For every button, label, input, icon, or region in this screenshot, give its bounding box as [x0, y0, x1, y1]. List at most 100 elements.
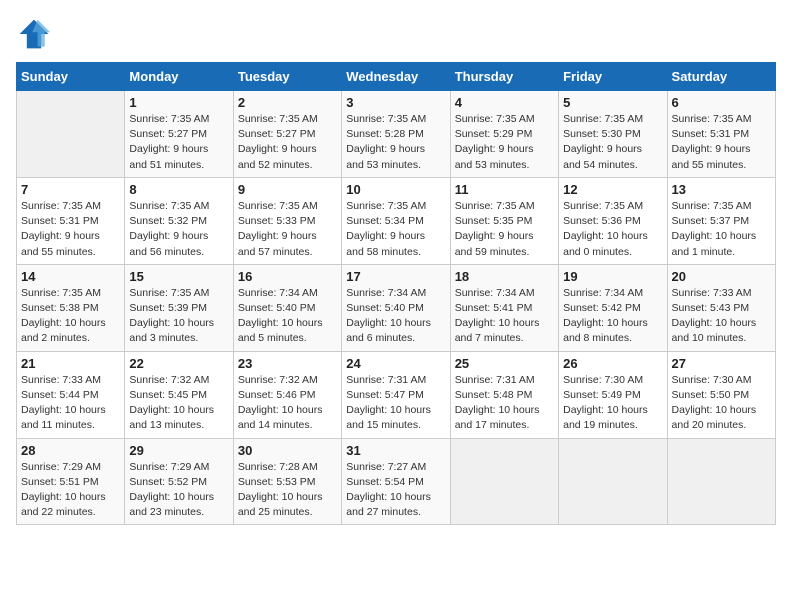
- day-number: 31: [346, 443, 445, 458]
- day-info: Sunrise: 7:35 AM Sunset: 5:34 PM Dayligh…: [346, 199, 445, 260]
- day-info: Sunrise: 7:35 AM Sunset: 5:36 PM Dayligh…: [563, 199, 662, 260]
- day-number: 3: [346, 95, 445, 110]
- calendar-cell: 10 Sunrise: 7:35 AM Sunset: 5:34 PM Dayli…: [342, 177, 450, 264]
- day-info: Sunrise: 7:29 AM Sunset: 5:52 PM Dayligh…: [129, 460, 228, 521]
- day-info: Sunrise: 7:35 AM Sunset: 5:38 PM Dayligh…: [21, 286, 120, 347]
- week-row-1: 7 Sunrise: 7:35 AM Sunset: 5:31 PM Daylig…: [17, 177, 776, 264]
- day-info: Sunrise: 7:35 AM Sunset: 5:28 PM Dayligh…: [346, 112, 445, 173]
- day-number: 6: [672, 95, 771, 110]
- day-info: Sunrise: 7:32 AM Sunset: 5:46 PM Dayligh…: [238, 373, 337, 434]
- calendar-cell: 9 Sunrise: 7:35 AM Sunset: 5:33 PM Daylig…: [233, 177, 341, 264]
- day-info: Sunrise: 7:30 AM Sunset: 5:50 PM Dayligh…: [672, 373, 771, 434]
- calendar-cell: [559, 438, 667, 525]
- calendar-cell: 15 Sunrise: 7:35 AM Sunset: 5:39 PM Dayli…: [125, 264, 233, 351]
- day-header-saturday: Saturday: [667, 63, 775, 91]
- day-info: Sunrise: 7:30 AM Sunset: 5:49 PM Dayligh…: [563, 373, 662, 434]
- calendar-cell: [450, 438, 558, 525]
- day-number: 22: [129, 356, 228, 371]
- day-info: Sunrise: 7:29 AM Sunset: 5:51 PM Dayligh…: [21, 460, 120, 521]
- day-info: Sunrise: 7:31 AM Sunset: 5:47 PM Dayligh…: [346, 373, 445, 434]
- day-info: Sunrise: 7:32 AM Sunset: 5:45 PM Dayligh…: [129, 373, 228, 434]
- day-number: 10: [346, 182, 445, 197]
- day-header-wednesday: Wednesday: [342, 63, 450, 91]
- calendar-cell: 11 Sunrise: 7:35 AM Sunset: 5:35 PM Dayli…: [450, 177, 558, 264]
- day-number: 29: [129, 443, 228, 458]
- calendar-cell: 1 Sunrise: 7:35 AM Sunset: 5:27 PM Daylig…: [125, 91, 233, 178]
- day-number: 18: [455, 269, 554, 284]
- day-info: Sunrise: 7:35 AM Sunset: 5:32 PM Dayligh…: [129, 199, 228, 260]
- logo-icon: [16, 16, 52, 52]
- day-number: 19: [563, 269, 662, 284]
- day-number: 21: [21, 356, 120, 371]
- calendar-cell: 20 Sunrise: 7:33 AM Sunset: 5:43 PM Dayli…: [667, 264, 775, 351]
- day-header-monday: Monday: [125, 63, 233, 91]
- calendar-cell: 18Sunrise: 7:34 AM Sunset: 5:41 PM Dayli…: [450, 264, 558, 351]
- week-row-2: 14 Sunrise: 7:35 AM Sunset: 5:38 PM Dayli…: [17, 264, 776, 351]
- day-number: 8: [129, 182, 228, 197]
- calendar-cell: 16 Sunrise: 7:34 AM Sunset: 5:40 PM Dayli…: [233, 264, 341, 351]
- day-number: 25: [455, 356, 554, 371]
- page-header: [16, 16, 776, 52]
- calendar-cell: 3 Sunrise: 7:35 AM Sunset: 5:28 PM Daylig…: [342, 91, 450, 178]
- day-header-sunday: Sunday: [17, 63, 125, 91]
- calendar-cell: 24 Sunrise: 7:31 AM Sunset: 5:47 PM Dayli…: [342, 351, 450, 438]
- day-number: 24: [346, 356, 445, 371]
- calendar-cell: 19 Sunrise: 7:34 AM Sunset: 5:42 PM Dayli…: [559, 264, 667, 351]
- calendar-cell: 13 Sunrise: 7:35 AM Sunset: 5:37 PM Dayli…: [667, 177, 775, 264]
- calendar-cell: 26 Sunrise: 7:30 AM Sunset: 5:49 PM Dayli…: [559, 351, 667, 438]
- day-number: 12: [563, 182, 662, 197]
- day-number: 15: [129, 269, 228, 284]
- day-number: 1: [129, 95, 228, 110]
- day-number: 16: [238, 269, 337, 284]
- calendar-cell: 31 Sunrise: 7:27 AM Sunset: 5:54 PM Dayli…: [342, 438, 450, 525]
- day-number: 20: [672, 269, 771, 284]
- calendar-cell: 2Sunrise: 7:35 AM Sunset: 5:27 PM Daylig…: [233, 91, 341, 178]
- day-header-tuesday: Tuesday: [233, 63, 341, 91]
- day-number: 7: [21, 182, 120, 197]
- day-number: 5: [563, 95, 662, 110]
- day-info: Sunrise: 7:35 AM Sunset: 5:37 PM Dayligh…: [672, 199, 771, 260]
- day-info: Sunrise: 7:34 AM Sunset: 5:42 PM Dayligh…: [563, 286, 662, 347]
- day-number: 17: [346, 269, 445, 284]
- day-number: 27: [672, 356, 771, 371]
- calendar-cell: 28 Sunrise: 7:29 AM Sunset: 5:51 PM Dayli…: [17, 438, 125, 525]
- day-info: Sunrise: 7:27 AM Sunset: 5:54 PM Dayligh…: [346, 460, 445, 521]
- day-info: Sunrise: 7:35 AM Sunset: 5:33 PM Dayligh…: [238, 199, 337, 260]
- day-info: Sunrise: 7:33 AM Sunset: 5:43 PM Dayligh…: [672, 286, 771, 347]
- week-row-3: 21 Sunrise: 7:33 AM Sunset: 5:44 PM Dayli…: [17, 351, 776, 438]
- day-info: Sunrise: 7:35 AM Sunset: 5:29 PM Dayligh…: [455, 112, 554, 173]
- calendar-cell: 22 Sunrise: 7:32 AM Sunset: 5:45 PM Dayli…: [125, 351, 233, 438]
- calendar-cell: 14 Sunrise: 7:35 AM Sunset: 5:38 PM Dayli…: [17, 264, 125, 351]
- day-number: 4: [455, 95, 554, 110]
- calendar-cell: 8 Sunrise: 7:35 AM Sunset: 5:32 PM Daylig…: [125, 177, 233, 264]
- calendar-cell: 29 Sunrise: 7:29 AM Sunset: 5:52 PM Dayli…: [125, 438, 233, 525]
- day-info: Sunrise: 7:35 AM Sunset: 5:31 PM Dayligh…: [21, 199, 120, 260]
- day-number: 30: [238, 443, 337, 458]
- day-number: 13: [672, 182, 771, 197]
- calendar-cell: 12 Sunrise: 7:35 AM Sunset: 5:36 PM Dayli…: [559, 177, 667, 264]
- calendar-cell: 17Sunrise: 7:34 AM Sunset: 5:40 PM Dayli…: [342, 264, 450, 351]
- calendar-cell: 25 Sunrise: 7:31 AM Sunset: 5:48 PM Dayli…: [450, 351, 558, 438]
- day-info: Sunrise: 7:28 AM Sunset: 5:53 PM Dayligh…: [238, 460, 337, 521]
- day-info: Sunrise: 7:33 AM Sunset: 5:44 PM Dayligh…: [21, 373, 120, 434]
- calendar-cell: 27 Sunrise: 7:30 AM Sunset: 5:50 PM Dayli…: [667, 351, 775, 438]
- day-number: 9: [238, 182, 337, 197]
- calendar-cell: 4 Sunrise: 7:35 AM Sunset: 5:29 PM Daylig…: [450, 91, 558, 178]
- day-info: Sunrise: 7:35 AM Sunset: 5:27 PM Dayligh…: [129, 112, 228, 173]
- day-info: Sunrise: 7:34 AM Sunset: 5:40 PM Dayligh…: [238, 286, 337, 347]
- day-info: Sunrise: 7:35 AM Sunset: 5:30 PM Dayligh…: [563, 112, 662, 173]
- day-number: 28: [21, 443, 120, 458]
- day-info: Sunrise: 7:31 AM Sunset: 5:48 PM Dayligh…: [455, 373, 554, 434]
- day-info: Sunrise: 7:35 AM Sunset: 5:39 PM Dayligh…: [129, 286, 228, 347]
- day-number: 26: [563, 356, 662, 371]
- calendar-cell: [17, 91, 125, 178]
- day-number: 11: [455, 182, 554, 197]
- day-number: 14: [21, 269, 120, 284]
- calendar-cell: 5 Sunrise: 7:35 AM Sunset: 5:30 PM Daylig…: [559, 91, 667, 178]
- week-row-0: 1 Sunrise: 7:35 AM Sunset: 5:27 PM Daylig…: [17, 91, 776, 178]
- day-info: Sunrise: 7:35 AM Sunset: 5:27 PM Dayligh…: [238, 112, 337, 173]
- day-info: Sunrise: 7:35 AM Sunset: 5:35 PM Dayligh…: [455, 199, 554, 260]
- day-info: Sunrise: 7:35 AM Sunset: 5:31 PM Dayligh…: [672, 112, 771, 173]
- day-header-friday: Friday: [559, 63, 667, 91]
- day-number: 23: [238, 356, 337, 371]
